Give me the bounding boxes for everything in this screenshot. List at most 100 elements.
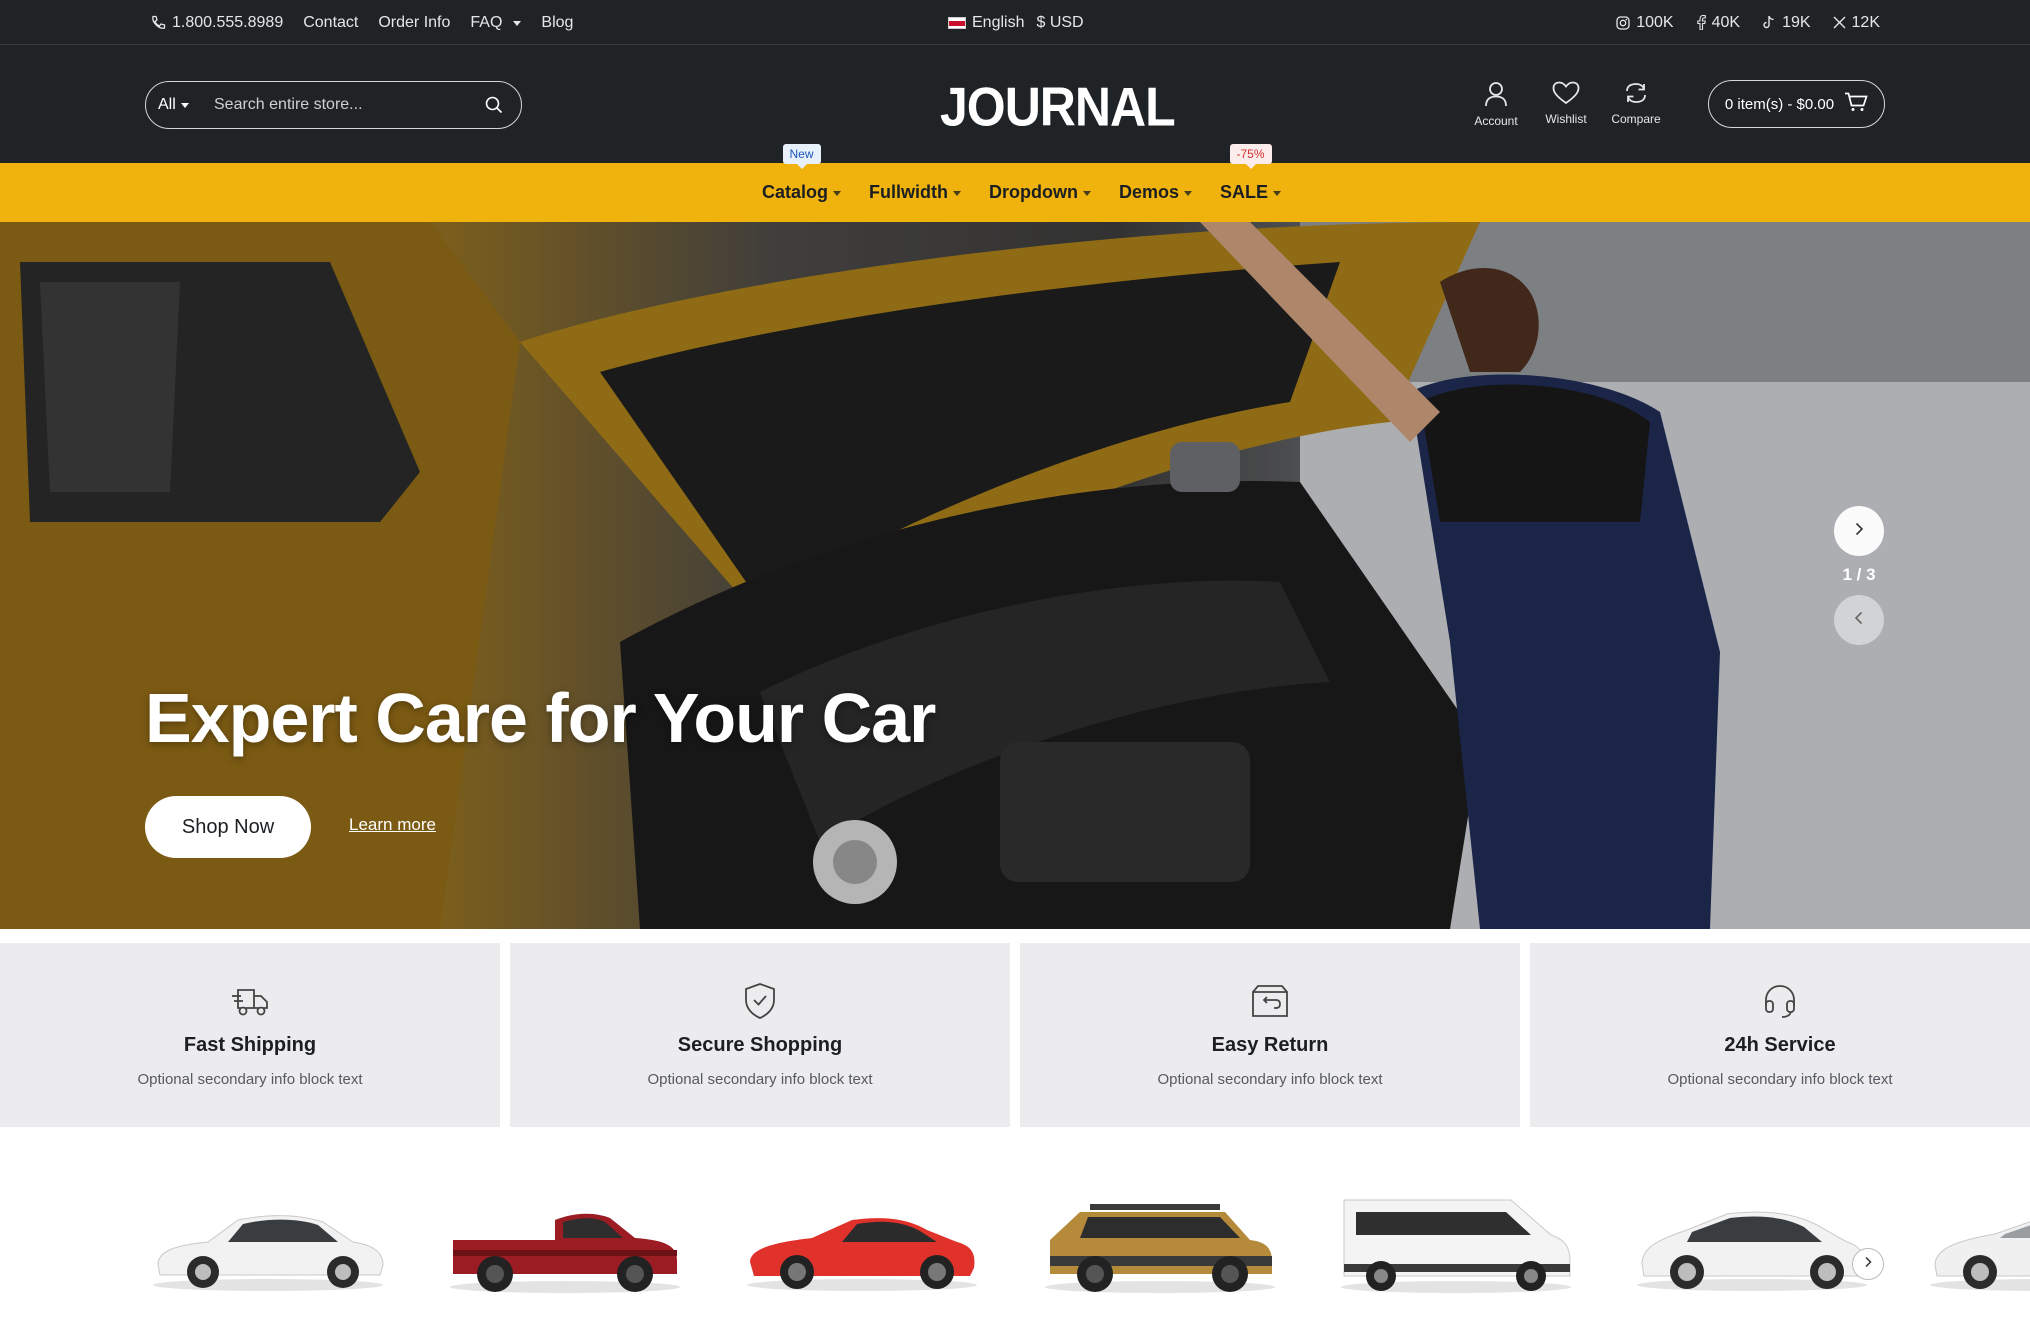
chevron-down-icon bbox=[513, 20, 522, 26]
info-title: Easy Return bbox=[1211, 1034, 1329, 1056]
info-block-shipping: Fast Shipping Optional secondary info bl… bbox=[0, 943, 500, 1127]
search-category-label: All bbox=[158, 96, 176, 113]
nav-dropdown-label: Dropdown bbox=[989, 182, 1078, 202]
search-category-dropdown[interactable]: All bbox=[146, 96, 204, 114]
top-bar: 1.800.555.8989 Contact Order Info FAQ Bl… bbox=[0, 0, 2030, 45]
cart-icon bbox=[1844, 92, 1868, 116]
tiktok-count: 19K bbox=[1782, 13, 1811, 31]
uk-flag-icon bbox=[948, 16, 966, 29]
facebook-icon bbox=[1696, 15, 1706, 30]
currency-selector[interactable]: $ USD bbox=[1036, 14, 1083, 32]
main-navigation: New Catalog Fullwidth Dropdown Demos -75… bbox=[0, 144, 2030, 222]
instagram-link[interactable]: 100K bbox=[1616, 13, 1674, 32]
learn-more-link[interactable]: Learn more bbox=[349, 815, 436, 835]
cart-summary: 0 item(s) - $0.00 bbox=[1724, 95, 1835, 113]
wishlist-label: Wishlist bbox=[1545, 112, 1587, 126]
slider-prev-button[interactable] bbox=[1834, 595, 1884, 645]
search-input[interactable]: Search entire store... bbox=[204, 96, 479, 114]
info-title: 24h Service bbox=[1724, 1034, 1836, 1056]
suv-icon[interactable] bbox=[1040, 1190, 1280, 1300]
facebook-count: 40K bbox=[1711, 13, 1741, 31]
info-text: Optional secondary info block text bbox=[1157, 1071, 1383, 1088]
nav-fullwidth[interactable]: Fullwidth bbox=[869, 182, 961, 203]
vehicle-category-carousel bbox=[0, 1150, 2030, 1321]
account-label: Account bbox=[1474, 114, 1518, 128]
main-header: All Search entire store... JOURNAL Accou… bbox=[0, 45, 2030, 163]
chevron-down-icon bbox=[1184, 190, 1193, 196]
compare-arrows-icon bbox=[1624, 81, 1648, 108]
nav-sale[interactable]: -75% SALE bbox=[1220, 144, 1282, 203]
instagram-count: 100K bbox=[1636, 13, 1674, 31]
language-selector[interactable]: English bbox=[948, 14, 1024, 32]
info-text: Optional secondary info block text bbox=[647, 1071, 873, 1088]
x-link[interactable]: 12K bbox=[1833, 14, 1880, 32]
contact-link[interactable]: Contact bbox=[303, 14, 358, 32]
pickup-truck-icon[interactable] bbox=[445, 1190, 685, 1300]
phone-icon bbox=[150, 15, 166, 31]
heart-icon bbox=[1552, 81, 1580, 108]
chevron-right-icon bbox=[1852, 522, 1866, 541]
slider-next-button[interactable] bbox=[1834, 506, 1884, 556]
slide-counter: 1 / 3 bbox=[1842, 565, 1876, 584]
nav-sale-label: SALE bbox=[1220, 182, 1269, 202]
nav-catalog-label: Catalog bbox=[762, 182, 829, 202]
nav-dropdown[interactable]: Dropdown bbox=[989, 182, 1091, 203]
info-title: Secure Shopping bbox=[677, 1034, 843, 1056]
truck-icon bbox=[230, 981, 270, 1021]
shop-now-button[interactable]: Shop Now bbox=[145, 796, 311, 858]
chevron-left-icon bbox=[1852, 611, 1866, 630]
chevron-down-icon bbox=[953, 190, 961, 196]
new-badge: New bbox=[782, 144, 821, 164]
hero-title: Expert Care for Your Car bbox=[145, 679, 936, 757]
nav-catalog[interactable]: New Catalog bbox=[762, 144, 842, 203]
hero-slider: Expert Care for Your Car Shop Now Learn … bbox=[0, 222, 2030, 929]
return-box-icon bbox=[1250, 981, 1290, 1021]
wishlist-button[interactable]: Wishlist bbox=[1540, 81, 1592, 128]
sedan-partial-icon[interactable] bbox=[1925, 1190, 2030, 1300]
shield-check-icon bbox=[743, 981, 777, 1021]
coupe-icon[interactable] bbox=[742, 1190, 982, 1300]
compare-button[interactable]: Compare bbox=[1610, 81, 1662, 128]
blog-link[interactable]: Blog bbox=[541, 14, 573, 32]
nav-fullwidth-label: Fullwidth bbox=[869, 182, 948, 202]
x-icon bbox=[1833, 16, 1846, 29]
order-info-link[interactable]: Order Info bbox=[378, 14, 450, 32]
phone-link[interactable]: 1.800.555.8989 bbox=[150, 14, 283, 32]
van-icon[interactable] bbox=[1336, 1190, 1576, 1300]
phone-number: 1.800.555.8989 bbox=[172, 13, 284, 31]
tiktok-link[interactable]: 19K bbox=[1762, 13, 1811, 32]
search-icon[interactable] bbox=[479, 96, 509, 114]
headset-icon bbox=[1762, 981, 1798, 1021]
sale-badge: -75% bbox=[1229, 144, 1272, 164]
faq-label: FAQ bbox=[470, 13, 503, 31]
nav-demos[interactable]: Demos bbox=[1118, 182, 1193, 203]
info-text: Optional secondary info block text bbox=[1667, 1071, 1893, 1088]
sedan-icon[interactable] bbox=[148, 1190, 388, 1300]
chevron-down-icon bbox=[833, 190, 842, 196]
info-title: Fast Shipping bbox=[183, 1034, 317, 1056]
language-label: English bbox=[972, 13, 1025, 31]
search-bar: All Search entire store... bbox=[145, 81, 522, 129]
tiktok-icon bbox=[1762, 15, 1776, 30]
facebook-link[interactable]: 40K bbox=[1696, 14, 1740, 32]
cart-button[interactable]: 0 item(s) - $0.00 bbox=[1708, 80, 1885, 128]
account-button[interactable]: Account bbox=[1470, 81, 1522, 128]
info-blocks: Fast Shipping Optional secondary info bl… bbox=[0, 943, 2030, 1127]
user-icon bbox=[1484, 81, 1508, 110]
chevron-down-icon bbox=[1082, 190, 1091, 196]
info-block-service: 24h Service Optional secondary info bloc… bbox=[1530, 943, 2030, 1127]
instagram-icon bbox=[1616, 15, 1630, 30]
nav-demos-label: Demos bbox=[1118, 182, 1180, 202]
x-count: 12K bbox=[1851, 13, 1880, 31]
site-logo[interactable]: JOURNAL bbox=[940, 75, 1176, 138]
info-block-secure: Secure Shopping Optional secondary info … bbox=[510, 943, 1010, 1127]
chevron-down-icon bbox=[180, 103, 189, 108]
hatchback-icon[interactable] bbox=[1632, 1190, 1872, 1300]
info-text: Optional secondary info block text bbox=[137, 1071, 363, 1088]
compare-label: Compare bbox=[1611, 112, 1661, 126]
chevron-down-icon bbox=[1273, 190, 1282, 196]
chevron-right-icon bbox=[1862, 1255, 1874, 1273]
faq-dropdown[interactable]: FAQ bbox=[470, 13, 522, 32]
carousel-next-button[interactable] bbox=[1852, 1248, 1884, 1280]
info-block-return: Easy Return Optional secondary info bloc… bbox=[1020, 943, 1520, 1127]
